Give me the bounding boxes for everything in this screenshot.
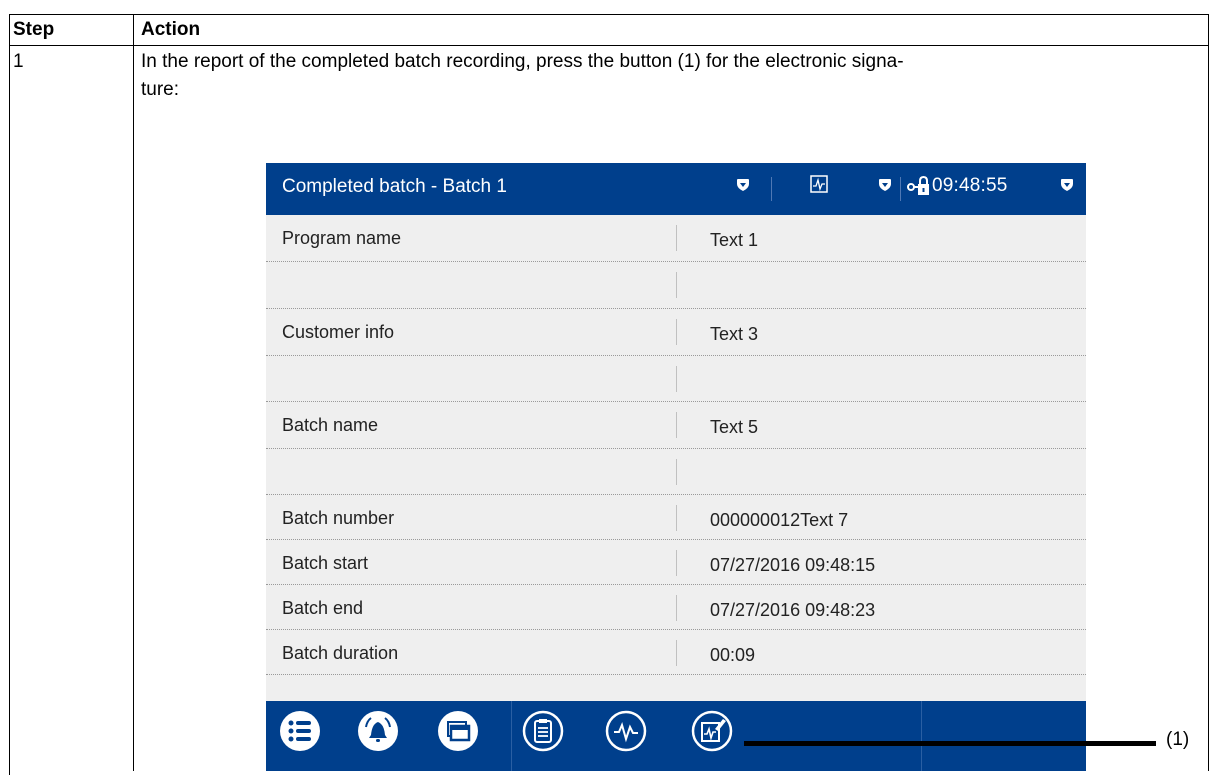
row-separator: [676, 319, 677, 345]
row-value: Text 3: [710, 324, 759, 344]
clock-dropdown-icon[interactable]: [1060, 178, 1074, 197]
clock-display: 09:48:55: [932, 175, 1008, 196]
title-divider: [771, 177, 772, 201]
row-value: Text 1: [710, 230, 759, 250]
row-value: 07/27/2016 09:48:23: [710, 600, 876, 620]
menu-list-icon[interactable]: [278, 709, 322, 753]
report-row: Batch number 000000012Text 7: [266, 495, 1086, 540]
user-key-icon[interactable]: [907, 175, 931, 201]
report-row: Batch duration 00:09: [266, 630, 1086, 675]
row-separator: [676, 459, 677, 485]
windows-icon[interactable]: [436, 709, 480, 753]
report-row: [266, 262, 1086, 309]
toolbar-divider: [511, 701, 512, 771]
row-label: Batch start: [282, 553, 369, 573]
signature-icon[interactable]: [690, 709, 734, 753]
row-label: Batch name: [282, 415, 379, 435]
clipboard-icon[interactable]: [521, 709, 565, 753]
title-divider-2: [900, 177, 901, 201]
report-row: [266, 356, 1086, 402]
bottom-toolbar: [266, 701, 1086, 771]
device-screen: Completed batch - Batch 1 09:48:55 Progr…: [266, 163, 1086, 771]
report-row: Customer info Text 3: [266, 309, 1086, 356]
row-separator: [676, 366, 677, 392]
report-row: Batch start 07/27/2016 09:48:15: [266, 540, 1086, 585]
callout-label: (1): [1166, 729, 1190, 750]
table-column-divider: [133, 14, 134, 771]
title-bar: Completed batch - Batch 1 09:48:55: [266, 163, 1086, 215]
row-separator: [676, 272, 677, 298]
report-row: Program name Text 1: [266, 215, 1086, 262]
row-label: Program name: [282, 228, 402, 248]
row-separator: [676, 412, 677, 438]
header-action: Action: [141, 19, 201, 40]
curve-view-icon[interactable]: [810, 175, 828, 198]
report-row: [266, 449, 1086, 495]
row-separator: [676, 640, 677, 666]
table-left-border: [9, 14, 10, 771]
row-value: 000000012Text 7: [710, 510, 849, 530]
row-label: Batch end: [282, 598, 364, 618]
row-label: Customer info: [282, 322, 395, 342]
step-number: 1: [13, 51, 24, 72]
signal-curve-icon[interactable]: [604, 709, 648, 753]
header-step: Step: [13, 19, 55, 40]
report-row: Batch end 07/27/2016 09:48:23: [266, 585, 1086, 630]
row-separator: [676, 550, 677, 576]
row-value: 00:09: [710, 645, 756, 665]
row-separator: [676, 225, 677, 251]
toolbar-divider: [921, 701, 922, 771]
instruction-text: In the report of the completed batch rec…: [141, 51, 904, 100]
title-dropdown-icon[interactable]: [736, 178, 750, 197]
screen-title: Completed batch - Batch 1: [282, 176, 507, 197]
row-label: Batch number: [282, 508, 395, 528]
row-value: Text 5: [710, 417, 759, 437]
row-label: Batch duration: [282, 643, 399, 663]
row-value: 07/27/2016 09:48:15: [710, 555, 876, 575]
table-top-border: [9, 14, 1209, 15]
row-separator: [676, 595, 677, 621]
curve-dropdown-icon[interactable]: [878, 178, 892, 197]
report-row: Batch name Text 5: [266, 402, 1086, 449]
callout-line: [744, 741, 1156, 746]
table-header-divider: [9, 45, 1209, 46]
report-rows: Program name Text 1 Customer info Text 3…: [266, 215, 1086, 675]
alarm-bell-icon[interactable]: [356, 709, 400, 753]
row-separator: [676, 505, 677, 531]
